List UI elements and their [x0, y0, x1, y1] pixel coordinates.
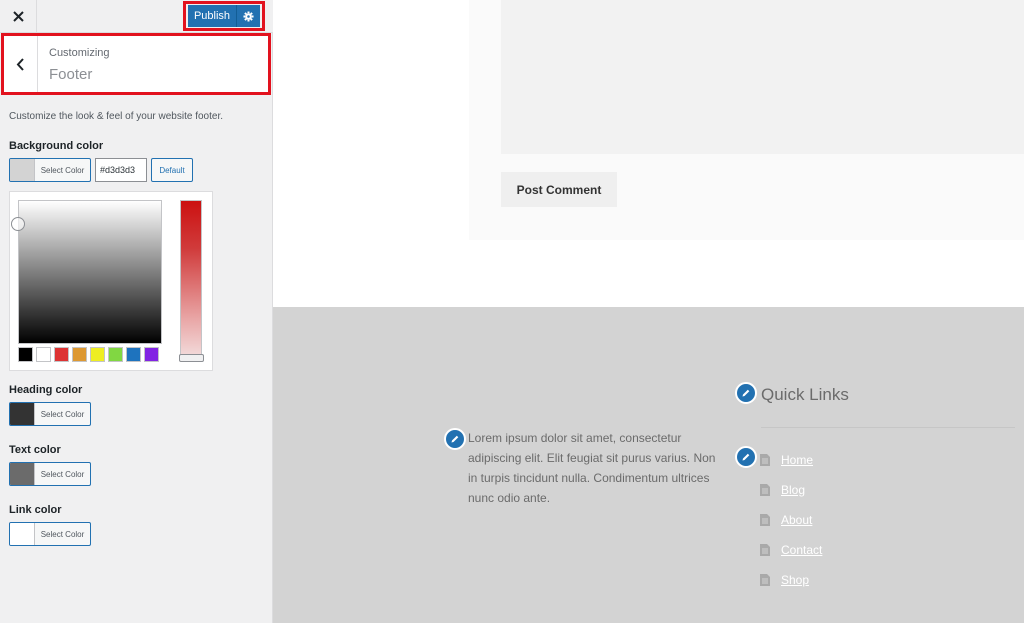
hue-slider[interactable] [180, 200, 202, 360]
footer-text: Lorem ipsum dolor sit amet, consectetur … [468, 431, 716, 505]
link-color-label: Link color [9, 504, 62, 516]
section-subtitle: Customizing [49, 47, 110, 59]
quick-link-about[interactable]: About [781, 513, 812, 527]
quick-link-home[interactable]: Home [781, 453, 813, 467]
default-button[interactable]: Default [151, 158, 193, 182]
customizer-sidebar: Publish Customizing Footer Customize the… [0, 0, 273, 623]
quick-links-title: Quick Links [761, 385, 849, 404]
color-picker [9, 191, 213, 371]
post-comment-button[interactable]: Post Comment [501, 172, 617, 207]
link-color-button[interactable]: Select Color [9, 522, 91, 546]
pencil-icon [451, 435, 459, 443]
page-icon [760, 484, 770, 496]
palette-swatch-purple[interactable] [144, 347, 159, 362]
heading-color-button[interactable]: Select Color [9, 402, 91, 426]
background-color-button-label: Select Color [40, 165, 85, 175]
background-hex-input[interactable]: #d3d3d3 [95, 158, 147, 182]
page-icon [760, 514, 770, 526]
list-item: Contact [760, 535, 822, 565]
comment-form: Post Comment [469, 0, 1024, 240]
quick-link-shop[interactable]: Shop [781, 573, 809, 587]
palette-swatch-orange[interactable] [72, 347, 87, 362]
heading-color-button-label: Select Color [40, 409, 85, 419]
edit-shortcut-menu[interactable] [735, 446, 757, 468]
color-palette [18, 347, 159, 362]
site-footer: Lorem ipsum dolor sit amet, consectetur … [273, 307, 1024, 623]
customizer-topbar: Publish [0, 0, 273, 33]
close-icon [12, 11, 24, 22]
quick-link-contact[interactable]: Contact [781, 543, 822, 557]
edit-shortcut-text[interactable] [444, 428, 466, 450]
back-button[interactable] [4, 36, 38, 92]
comment-textarea[interactable] [501, 0, 1024, 154]
page-icon [760, 574, 770, 586]
site-preview: Post Comment Lorem ipsum dolor sit amet,… [273, 0, 1024, 623]
text-color-label: Text color [9, 444, 61, 456]
close-button[interactable] [0, 0, 37, 33]
quick-links-list: Home Blog About Contact Shop [760, 445, 822, 595]
palette-swatch-green[interactable] [108, 347, 123, 362]
text-color-swatch [10, 463, 35, 485]
heading-color-label: Heading color [9, 384, 83, 396]
pencil-icon [742, 453, 750, 461]
text-color-button-label: Select Color [40, 469, 85, 479]
palette-swatch-yellow[interactable] [90, 347, 105, 362]
pencil-icon [742, 389, 750, 397]
background-color-button[interactable]: Select Color [9, 158, 91, 182]
background-color-label: Background color [9, 140, 104, 152]
palette-swatch-white[interactable] [36, 347, 51, 362]
chevron-left-icon [16, 57, 24, 71]
background-color-swatch [10, 159, 35, 181]
section-description: Customize the look & feel of your websit… [9, 111, 223, 122]
text-color-button[interactable]: Select Color [9, 462, 91, 486]
section-title: Footer [49, 66, 93, 83]
link-color-swatch [10, 523, 35, 545]
heading-color-swatch [10, 403, 35, 425]
publish-button[interactable]: Publish [188, 5, 236, 27]
hue-slider-handle[interactable] [179, 354, 204, 362]
gear-icon [243, 10, 254, 22]
saturation-area[interactable] [18, 200, 162, 344]
quick-link-blog[interactable]: Blog [781, 483, 805, 497]
list-item: About [760, 505, 822, 535]
page-icon [760, 544, 770, 556]
palette-swatch-blue[interactable] [126, 347, 141, 362]
section-header: Customizing Footer [1, 33, 271, 95]
palette-swatch-red[interactable] [54, 347, 69, 362]
publish-settings-button[interactable] [236, 5, 260, 27]
list-item: Shop [760, 565, 822, 595]
palette-swatch-black[interactable] [18, 347, 33, 362]
saturation-handle[interactable] [11, 217, 25, 231]
list-item: Home [760, 445, 822, 475]
list-item: Blog [760, 475, 822, 505]
link-color-button-label: Select Color [40, 529, 85, 539]
edit-shortcut-quick-links[interactable] [735, 382, 757, 404]
page-icon [760, 454, 770, 466]
quick-links-divider [761, 427, 1015, 428]
